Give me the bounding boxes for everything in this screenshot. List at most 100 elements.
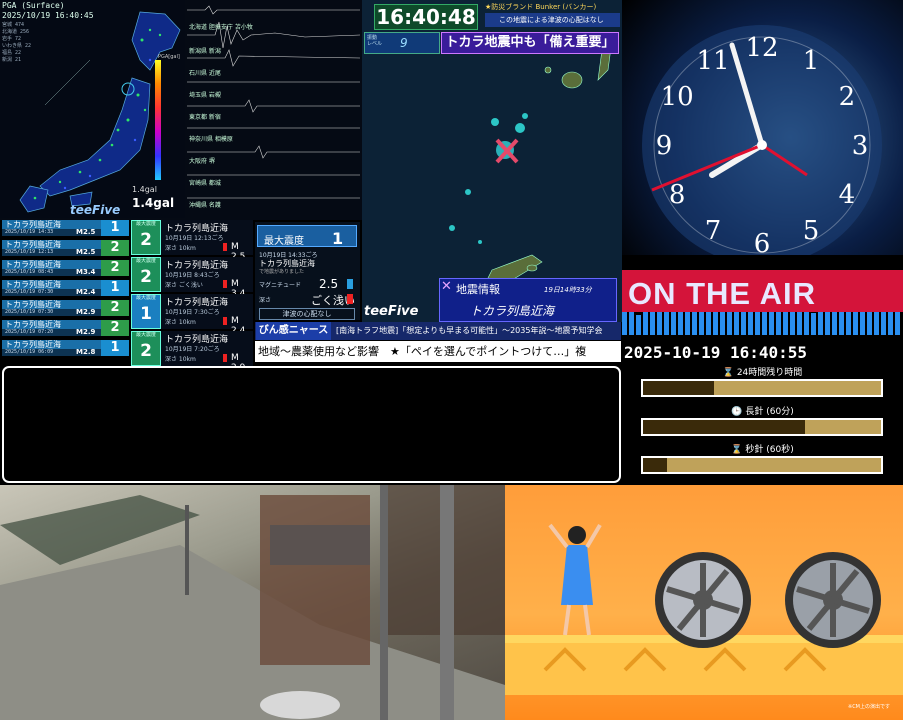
clock-numeral: 7 bbox=[705, 216, 722, 246]
vibration-level-label: 振動 レベル bbox=[367, 35, 383, 47]
clock-numeral: 4 bbox=[839, 180, 856, 210]
wave-label: 東京都 新宿 bbox=[189, 114, 221, 121]
on-air-text: ON THE AIR bbox=[628, 276, 816, 311]
list-item[interactable]: トカラ列島近海 2025/10/19 06:09 M2.8 1 bbox=[2, 340, 129, 356]
max-intensity-header: 最大震度 1 bbox=[257, 225, 357, 248]
card-date: 10月19日 7:30ごろ bbox=[165, 309, 220, 316]
wheel-left bbox=[655, 552, 751, 648]
clock-numeral: 5 bbox=[803, 216, 820, 246]
wave-label: 北海道 胆振支庁 苫小牧 bbox=[189, 24, 253, 31]
card-date: 10月19日 7:20ごろ bbox=[165, 346, 220, 353]
ad-disclaimer: ※CM上の演出です bbox=[848, 704, 890, 710]
comment-box[interactable] bbox=[2, 366, 621, 483]
max-intensity-value: 1 bbox=[332, 229, 344, 248]
intensity-badge: 2 bbox=[101, 260, 129, 276]
quake-card[interactable]: 最大震度 2 トカラ列島近海 10月19日 8:43ごろ 深さ ごく浅い M 3… bbox=[131, 257, 253, 299]
street-camera-feed bbox=[0, 485, 505, 720]
sponsor-title: ★防災ブランド Bunker (バンカー) bbox=[485, 3, 597, 11]
max-intensity-panel: 最大震度 1 10月19日 14:33ごろ トカラ列島近海 で地震がありました … bbox=[255, 222, 360, 320]
depth-indicator bbox=[223, 243, 227, 251]
card-depth: 深さ ごく浅い bbox=[165, 282, 203, 289]
analog-clock: 12 1234567891011 bbox=[642, 25, 882, 265]
bar-label: ⌛ 秒針 (60秒) bbox=[731, 445, 794, 455]
magnitude-label: マグニチュード bbox=[259, 282, 302, 289]
intensity-badge: 最大震度 1 bbox=[131, 294, 161, 329]
depth-indicator bbox=[223, 280, 227, 288]
progress-bar bbox=[641, 456, 883, 474]
progress-fill bbox=[643, 381, 715, 395]
clock-numeral: 11 bbox=[696, 46, 729, 76]
station-row: 新潟 21 bbox=[2, 57, 22, 63]
info-title: 地震情報 bbox=[456, 283, 500, 296]
list-item[interactable]: トカラ列島近海 2025/10/19 07:30 M2.4 1 bbox=[2, 280, 129, 296]
visualizer-bar bbox=[776, 309, 781, 335]
quake-card[interactable]: 最大震度 2 トカラ列島近海 10月19日 7:20ごろ 深さ 10km M 2… bbox=[131, 331, 253, 373]
analog-clock-panel: 12 1 2 3 4 5 6 7 8 9 10 11 bbox=[622, 0, 903, 275]
intensity-badge: 2 bbox=[101, 240, 129, 256]
quake-subtext: で地震がありました bbox=[259, 269, 305, 275]
visualizer-bar bbox=[664, 310, 669, 335]
card-date: 10月19日 8:43ごろ bbox=[165, 272, 220, 279]
intensity-badge: 2 bbox=[101, 300, 129, 316]
station-table: 宮城 474 北海道 256 岩手 72 いわき県 22 福島 22 新潟 21 bbox=[2, 22, 54, 64]
teefive-logo: teeFive bbox=[364, 304, 419, 319]
wave-label: 石川県 近尾 bbox=[189, 70, 221, 77]
intensity-badge: 2 bbox=[101, 320, 129, 336]
bar-label: 🕒 長針 (60分) bbox=[731, 407, 794, 417]
seismic-timestamp: 2025/10/19 16:40:45 bbox=[2, 11, 94, 20]
seismic-title: PGA (Surface) bbox=[2, 1, 65, 10]
street-scene bbox=[0, 485, 505, 720]
list-item[interactable]: トカラ列島近海 2025/10/19 08:43 M3.4 2 bbox=[2, 260, 129, 276]
visualizer-bar bbox=[811, 313, 816, 335]
quake-card[interactable]: 最大震度 1 トカラ列島近海 10月19日 7:30ごろ 深さ 10km M 2… bbox=[131, 294, 253, 336]
card-date: 10月19日 12:13ごろ bbox=[165, 235, 224, 242]
wave-label: 新潟県 新潟 bbox=[189, 48, 221, 55]
card-depth: 深さ 10km bbox=[165, 356, 196, 363]
seismic-panel: PGA (Surface) 2025/10/19 16:40:45 宮城 474… bbox=[0, 0, 362, 220]
digital-clock: 16:40:48 bbox=[374, 4, 478, 30]
wave-label: 神奈川県 相模原 bbox=[189, 136, 233, 143]
intensity-badge: 1 bbox=[101, 340, 129, 356]
info-time: 19日14時33分 bbox=[544, 286, 592, 294]
close-icon: ✕ bbox=[441, 279, 452, 294]
progress-fill bbox=[643, 458, 667, 472]
ticker-text: [南海トラフ地震]「想定よりも早まる可能性」〜2035年説〜地震予知学会 bbox=[336, 326, 603, 335]
clock-numeral: 1 bbox=[803, 46, 820, 76]
progress-fill bbox=[643, 420, 805, 434]
clock-numeral: 2 bbox=[839, 82, 856, 112]
intensity-badge: 最大震度 2 bbox=[131, 331, 161, 366]
clock-numeral: 12 bbox=[745, 33, 778, 63]
pga-scale-label: PGA[gal] bbox=[158, 54, 180, 60]
card-depth: 深さ 10km bbox=[165, 245, 196, 252]
station-row: 宮城 474 bbox=[2, 22, 25, 28]
depth-indicator bbox=[223, 354, 227, 362]
gal-reading: 1.4gal bbox=[132, 196, 175, 210]
scrolling-ticker-text: 地域〜農薬使用など影響 ★「ペイを選んでポイントつけて…」複 bbox=[258, 345, 587, 358]
tsunami-status: 津波の心配なし bbox=[259, 308, 355, 320]
pga-color-scale bbox=[155, 60, 161, 180]
visualizer-bar bbox=[881, 309, 886, 335]
list-item[interactable]: トカラ列島近海 2025/10/19 14:33 M2.5 1 bbox=[2, 220, 129, 236]
clock-numeral: 9 bbox=[656, 131, 673, 161]
list-item[interactable]: トカラ列島近海 2025/10/19 07:30 M2.9 2 bbox=[2, 300, 129, 316]
clock-numeral: 10 bbox=[661, 82, 694, 112]
earthquake-list: トカラ列島近海 2025/10/19 14:33 M2.5 1 トカラ列島近海 … bbox=[2, 218, 129, 363]
station-row: いわき県 22 bbox=[2, 43, 32, 49]
vibration-level-value: 9 bbox=[400, 36, 408, 50]
ticker-tag: びん感ニャース bbox=[256, 322, 331, 340]
info-area: トカラ列島近海 bbox=[470, 304, 555, 318]
station-row: 岩手 72 bbox=[2, 36, 22, 42]
intensity-badge: 最大震度 2 bbox=[131, 257, 161, 292]
clock-numeral: 3 bbox=[852, 131, 869, 161]
quake-card[interactable]: 最大震度 2 トカラ列島近海 10月19日 12:13ごろ 深さ 10km M … bbox=[131, 220, 253, 262]
depth-indicator bbox=[223, 317, 227, 325]
wave-label: 宮崎県 都城 bbox=[189, 180, 221, 187]
list-item[interactable]: トカラ列島近海 2025/10/19 07:20 M2.9 2 bbox=[2, 320, 129, 336]
wave-label: 沖縄県 名護 bbox=[189, 202, 221, 209]
card-depth: 深さ 10km bbox=[165, 319, 196, 326]
hourglass-icon: ⌛ bbox=[722, 368, 734, 378]
magnitude-indicator bbox=[347, 279, 353, 289]
magnitude-value: 2.5 bbox=[319, 277, 339, 291]
clock-numeral: 8 bbox=[669, 180, 686, 210]
list-item[interactable]: トカラ列島近海 2025/10/19 12:13 M2.5 2 bbox=[2, 240, 129, 256]
